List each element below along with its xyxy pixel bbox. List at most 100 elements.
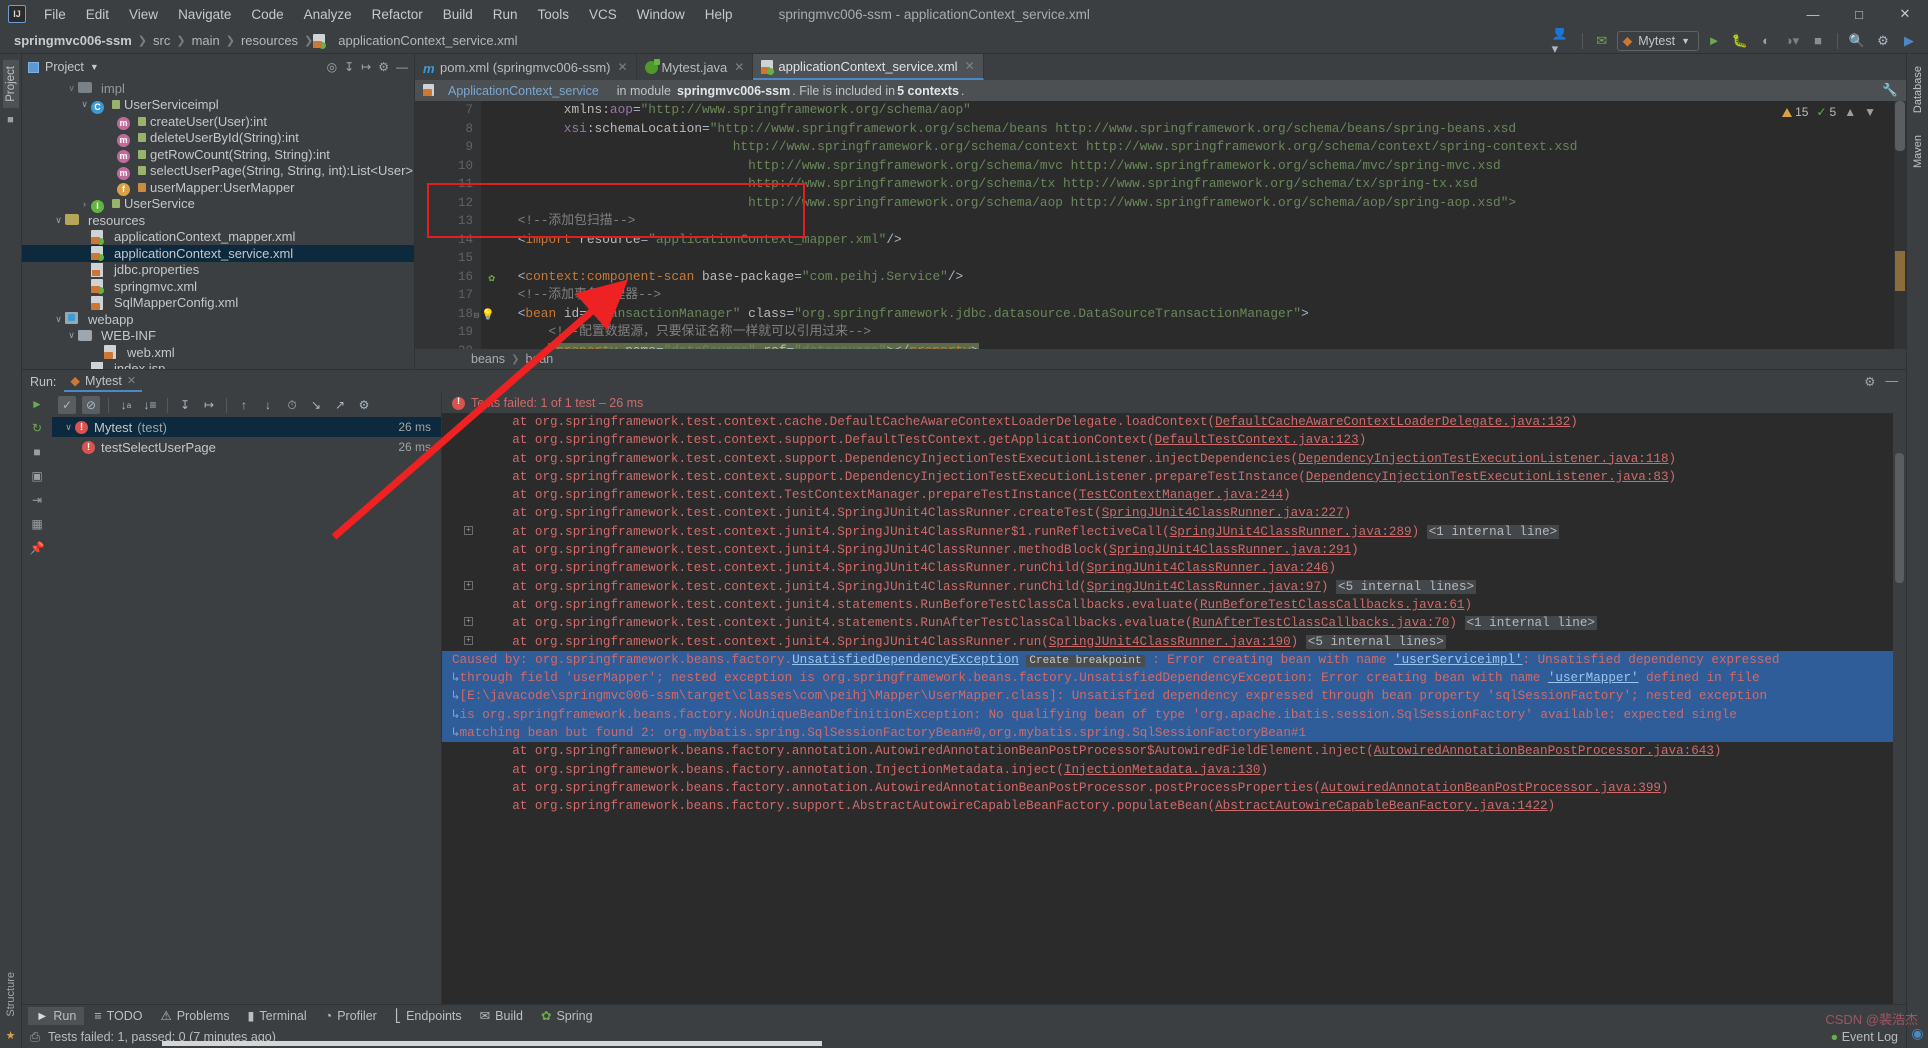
collapse-all-icon[interactable]: ↦ (361, 60, 371, 74)
tree-node-getrowcount-string-string-int[interactable]: m getRowCount(String, String):int (22, 146, 414, 164)
breadcrumb-file[interactable]: applicationContext_service.xml (332, 31, 523, 50)
stacktrace-link[interactable]: RunAfterTestClassCallbacks.java:70 (1192, 616, 1449, 630)
console-output[interactable]: ! Tests failed: 1 of 1 test – 26 ms at o… (442, 393, 1906, 1004)
tool-window-profiler[interactable]: ◔ Profiler (317, 1007, 385, 1025)
maximize-button[interactable]: □ (1836, 0, 1882, 28)
tree-node-applicationcontext-mapper-xml[interactable]: applicationContext_mapper.xml (22, 229, 414, 246)
breadcrumb-main[interactable]: main (186, 31, 226, 50)
stop-icon[interactable]: ■ (1807, 31, 1829, 51)
breadcrumb-src[interactable]: src (147, 31, 176, 50)
test-tree-row[interactable]: ∨! Mytest (test) 26 ms (52, 417, 441, 437)
expand-icon[interactable]: + (464, 525, 473, 535)
tab-mytest-java[interactable]: Mytest.java ✕ (637, 54, 754, 80)
tree-node-webapp[interactable]: ∨ webapp (22, 311, 414, 328)
stacktrace-link[interactable]: DefaultCacheAwareContextLoaderDelegate.j… (1215, 415, 1570, 429)
sort-by-duration-icon[interactable]: ↓≡ (141, 396, 159, 414)
chevron-icon[interactable]: ∨ (65, 330, 78, 341)
context-file-link[interactable]: ApplicationContext_service (448, 84, 599, 98)
search-everywhere-icon[interactable]: 🔍 (1846, 31, 1868, 51)
bean-name-link[interactable]: 'userServiceimpl' (1394, 653, 1522, 667)
tree-node-springmvc-xml[interactable]: springmvc.xml (22, 278, 414, 295)
rerun-failed-icon[interactable]: ↻ (32, 421, 42, 435)
event-log-button[interactable]: ● Event Log (1831, 1030, 1898, 1044)
chevron-down-icon[interactable]: ▼ (90, 62, 99, 72)
grid-icon[interactable]: ▦ (31, 517, 42, 531)
stacktrace-link[interactable]: DefaultTestContext.java:123 (1155, 433, 1359, 447)
internal-lines-badge[interactable]: <5 internal lines> (1336, 579, 1477, 594)
tree-node-userservice[interactable]: › I UserService (22, 196, 414, 213)
tree-node-index-jsp[interactable]: index.jsp (22, 361, 414, 369)
menu-run[interactable]: Run (483, 3, 528, 26)
breadcrumb-bean[interactable]: bean (525, 352, 553, 366)
chevron-icon[interactable]: › (78, 199, 91, 209)
menu-vcs[interactable]: VCS (579, 3, 627, 26)
stacktrace-link[interactable]: AutowiredAnnotationBeanPostProcessor.jav… (1374, 744, 1714, 758)
tree-node-resources[interactable]: ∨ resources (22, 212, 414, 229)
tree-node-userserviceimpl[interactable]: ∨ C UserServiceimpl (22, 97, 414, 114)
menu-edit[interactable]: Edit (76, 3, 119, 26)
wrench-icon[interactable]: 🔧 (1882, 83, 1898, 98)
tab-pom-xml[interactable]: m pom.xml (springmvc006-ssm) ✕ (415, 54, 637, 80)
minimize-button[interactable]: — (1790, 0, 1836, 28)
tool-window-terminal[interactable]: ▮ Terminal (240, 1006, 315, 1025)
context-count[interactable]: 5 contexts (897, 84, 959, 98)
close-icon[interactable]: ✕ (127, 374, 136, 387)
expand-all-icon[interactable]: ↧ (344, 60, 354, 74)
stacktrace-link[interactable]: SpringJUnit4ClassRunner.java:289 (1170, 525, 1412, 539)
stacktrace-link[interactable]: InjectionMetadata.java:130 (1064, 763, 1261, 777)
close-button[interactable]: ✕ (1882, 0, 1928, 28)
stacktrace-link[interactable]: SpringJUnit4ClassRunner.java:246 (1087, 561, 1329, 575)
menu-navigate[interactable]: Navigate (168, 3, 241, 26)
import-tests-icon[interactable]: ↘ (307, 396, 325, 414)
profile-icon[interactable]: ◑▾ (1781, 31, 1803, 51)
updates-icon[interactable]: ▶ (1898, 31, 1920, 51)
export-tests-icon[interactable]: ↗ (331, 396, 349, 414)
run-tab-mytest[interactable]: ◆ Mytest ✕ (64, 371, 143, 392)
menu-code[interactable]: Code (241, 3, 293, 26)
tool-window-build[interactable]: ✉ Build (472, 1006, 531, 1025)
breadcrumb-resources[interactable]: resources (235, 31, 304, 50)
debug-icon[interactable]: 🐛 (1729, 31, 1751, 51)
create-breakpoint-badge[interactable]: Create breakpoint (1026, 654, 1145, 667)
chevron-icon[interactable]: ∨ (52, 215, 65, 226)
menu-tools[interactable]: Tools (528, 3, 580, 26)
stacktrace-link[interactable]: SpringJUnit4ClassRunner.java:291 (1109, 543, 1351, 557)
locate-icon[interactable]: ◎ (327, 60, 337, 74)
menu-file[interactable]: File (34, 3, 76, 26)
sidebar-tab-database[interactable]: Database (1910, 60, 1926, 119)
build-hammer-icon[interactable]: ✉ (1591, 31, 1613, 51)
run-with-coverage-icon[interactable]: ◐ (1755, 31, 1777, 51)
sidebar-tab-maven[interactable]: Maven (1910, 129, 1926, 174)
stop-icon[interactable]: ■ (33, 445, 40, 459)
stacktrace-link[interactable]: SpringJUnit4ClassRunner.java:97 (1087, 580, 1321, 594)
close-icon[interactable]: ✕ (734, 60, 744, 74)
chevron-up-icon[interactable]: ▲ (1844, 105, 1856, 119)
tree-node-createuser-user-int[interactable]: m createUser(User):int (22, 113, 414, 131)
test-tree-row[interactable]: ! testSelectUserPage 26 ms (52, 437, 441, 457)
camera-icon[interactable]: ▣ (31, 469, 42, 483)
next-failed-icon[interactable]: ↓ (259, 396, 277, 414)
tree-node-web-xml[interactable]: web.xml (22, 344, 414, 361)
run-icon[interactable]: ► (1703, 31, 1725, 51)
internal-lines-badge[interactable]: <1 internal line> (1426, 524, 1560, 539)
stacktrace-link[interactable]: AbstractAutowireCapableBeanFactory.java:… (1215, 799, 1548, 813)
internal-lines-badge[interactable]: <5 internal lines> (1305, 634, 1446, 649)
settings-gear-icon[interactable]: ⚙ (1872, 31, 1894, 51)
hide-icon[interactable]: — (1886, 374, 1899, 389)
collapse-all-icon[interactable]: ↦ (200, 396, 218, 414)
tool-window-problems[interactable]: ⚠ Problems (153, 1006, 238, 1025)
chevron-icon[interactable]: ∨ (78, 99, 91, 110)
tab-applicationcontext-service-xml[interactable]: applicationContext_service.xml ✕ (753, 54, 984, 80)
settings-gear-icon[interactable]: ⚙ (1864, 374, 1875, 389)
project-tree[interactable]: ∨ impl ∨ C UserServiceimpl m createUser(User):… (22, 80, 414, 369)
pin-icon[interactable]: 📌 (30, 541, 45, 555)
internal-lines-badge[interactable]: <1 internal line> (1464, 616, 1597, 631)
tool-window-spring[interactable]: ✿ Spring (533, 1006, 601, 1025)
stacktrace-link[interactable]: RunBeforeTestClassCallbacks.java:61 (1200, 598, 1465, 612)
folder-icon[interactable]: ■ (7, 114, 14, 126)
stacktrace-link[interactable]: DependencyInjectionTestExecutionListener… (1306, 470, 1669, 484)
sidebar-tab-structure[interactable]: Structure (3, 966, 19, 1023)
run-configuration-selector[interactable]: ◆ Mytest ▼ (1616, 30, 1699, 51)
expand-all-icon[interactable]: ↧ (176, 396, 194, 414)
tree-node-selectuserpage-string-string-int-list-user[interactable]: m selectUserPage(String, String, int):Lis… (22, 163, 414, 180)
